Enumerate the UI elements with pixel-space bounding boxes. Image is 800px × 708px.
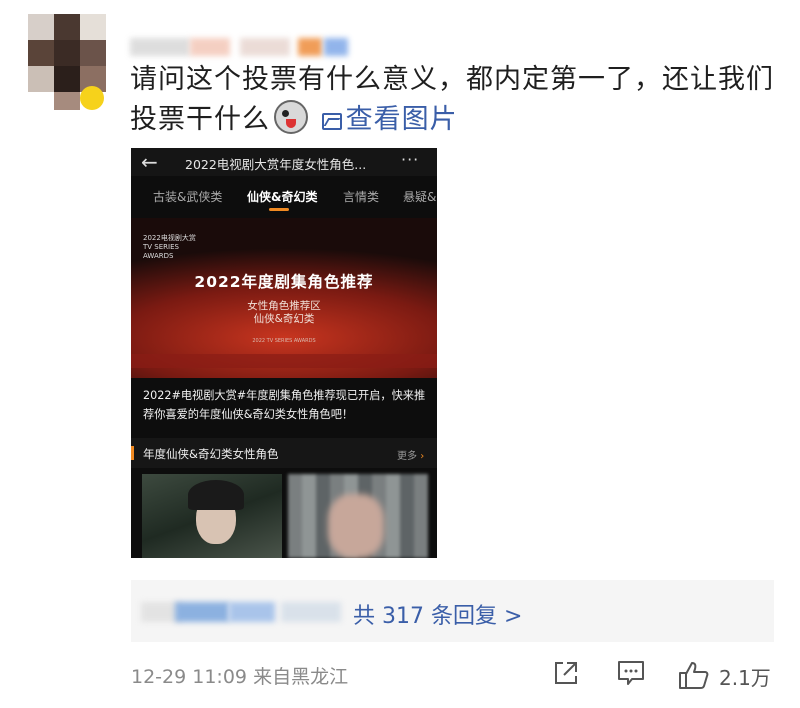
comment-meta: 12-29 11:09 来自黑龙江 xyxy=(131,662,348,689)
like-count: 2.1万 xyxy=(719,666,771,690)
share-icon[interactable] xyxy=(553,660,579,686)
avatar[interactable] xyxy=(28,14,108,110)
blurred-reply-preview xyxy=(175,602,229,622)
timestamp: 12-29 11:09 xyxy=(131,666,248,688)
screenshot-tab: 言情类 xyxy=(343,190,380,204)
character-thumbnail-blurred xyxy=(288,474,428,558)
replies-bar[interactable]: 共 317 条回复 > xyxy=(131,580,774,642)
view-image-label: 查看图片 xyxy=(345,104,458,135)
section-accent-bar xyxy=(131,446,134,460)
section-more: 更多 › xyxy=(397,447,424,462)
comment-text: 请问这个投票有什么意义，都内定第一了，还让我们投票干什么 查看图片 xyxy=(130,60,780,140)
character-thumbnail xyxy=(142,474,282,558)
screenshot-tabs: 古装&武侠类 仙侠&奇幻类 言情类 悬疑& xyxy=(131,182,437,211)
banner-sponsor-strip xyxy=(131,354,437,368)
username-blurred[interactable] xyxy=(130,30,360,60)
chevron-right-icon: › xyxy=(420,451,425,462)
view-image-link[interactable]: 查看图片 xyxy=(321,104,458,135)
location: 来自黑龙江 xyxy=(253,666,349,688)
banner-footer: 2022 TV SERIES AWARDS xyxy=(252,338,316,344)
image-icon xyxy=(321,113,342,130)
ellipsis-icon: ··· xyxy=(401,150,420,169)
screenshot-banner: 2022电视剧大赏 TV SERIES AWARDS 2022年度剧集角色推荐 … xyxy=(131,218,437,378)
comment-icon[interactable] xyxy=(617,660,645,686)
section-more-label: 更多 xyxy=(397,451,417,462)
arrow-left-icon: ← xyxy=(141,150,158,174)
screenshot-title: 2022电视剧大赏年度女性角色... xyxy=(185,157,367,172)
screenshot-header: ← 2022电视剧大赏年度女性角色... ··· xyxy=(131,148,437,176)
banner-title: 2022年度剧集角色推荐 xyxy=(194,273,374,291)
grinning-dog-emoji-icon xyxy=(274,100,308,134)
screenshot-tab: 悬疑& xyxy=(403,190,437,204)
replies-count-link[interactable]: 共 317 条回复 > xyxy=(353,598,522,630)
section-title: 年度仙侠&奇幻类女性角色 xyxy=(143,447,279,461)
screenshot-description: 2022#电视剧大赏#年度剧集角色推荐现已开启，快来推荐你喜爱的年度仙侠&奇幻类… xyxy=(143,389,426,421)
attached-screenshot[interactable]: ← 2022电视剧大赏年度女性角色... ··· 古装&武侠类 仙侠&奇幻类 言… xyxy=(131,148,437,558)
blurred-reply-preview xyxy=(281,602,341,622)
like-button[interactable]: 2.1万 xyxy=(678,660,778,690)
screenshot-tab: 古装&武侠类 xyxy=(153,190,223,204)
thumbs-up-icon xyxy=(679,662,709,689)
screenshot-section-header: 年度仙侠&奇幻类女性角色 更多 › xyxy=(131,438,437,468)
banner-subtitle: 仙侠&奇幻类 xyxy=(253,313,315,325)
banner-logo: 2022电视剧大赏 TV SERIES AWARDS xyxy=(143,234,196,260)
screenshot-tab-active: 仙侠&奇幻类 xyxy=(247,190,318,211)
blurred-reply-preview xyxy=(229,602,275,622)
